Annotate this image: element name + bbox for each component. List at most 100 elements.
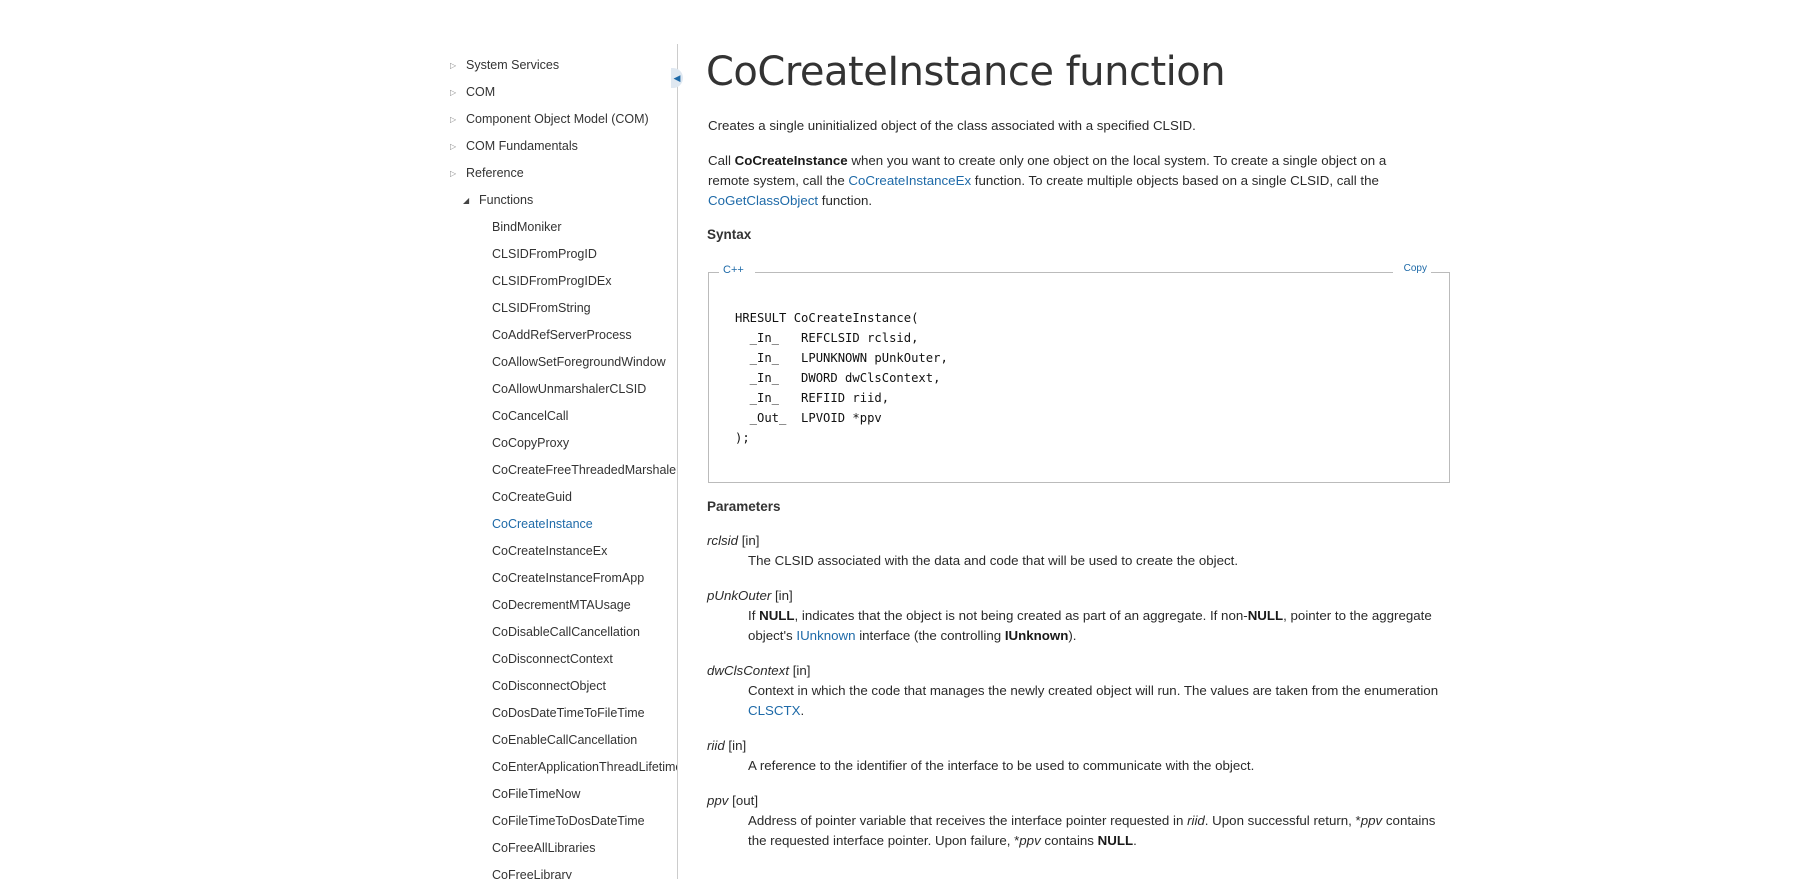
article: CoCreateInstance function Creates a sing… <box>706 44 1451 848</box>
param-desc-text: . <box>800 703 805 718</box>
param-desc-text: Address of pointer variable that receive… <box>748 813 1188 828</box>
toc-item-functions[interactable]: ◢ Functions <box>448 187 678 214</box>
docs-page: ▷ System Services ▷ COM ▷ Component Object … <box>0 0 1806 879</box>
toc-link-clsidfromstring[interactable]: CLSIDFromString <box>448 295 678 322</box>
toc-link-codisconnectcontext[interactable]: CoDisconnectContext <box>448 646 678 673</box>
toc-item-label: COM <box>466 85 496 99</box>
param-name-text: dwClsContext <box>707 663 790 678</box>
chevron-left-icon[interactable]: ◀ <box>671 68 683 88</box>
param-desc-text: . Upon successful return, * <box>1204 813 1361 828</box>
param-desc-text: . <box>1133 833 1137 848</box>
toc-link-clsidfromprogidex[interactable]: CLSIDFromProgIDEx <box>448 268 678 295</box>
triangle-right-icon[interactable]: ▷ <box>450 133 456 160</box>
parameters-heading: Parameters <box>707 499 781 514</box>
toc-link-codisablecallcancellation[interactable]: CoDisableCallCancellation <box>448 619 678 646</box>
toc-item-com[interactable]: ▷ COM <box>448 79 678 106</box>
page-title: CoCreateInstance function <box>706 49 1226 95</box>
toc-link-cocreatefreethreadedmarshaler[interactable]: CoCreateFreeThreadedMarshaler <box>448 457 678 484</box>
toc-item-label: Reference <box>466 166 524 180</box>
param-desc-text: contains <box>1040 833 1098 848</box>
clsctx-link[interactable]: CLSCTX <box>748 703 800 718</box>
param-direction: [in] <box>738 533 760 548</box>
param-description: Address of pointer variable that receive… <box>748 811 1447 851</box>
iunknown-link[interactable]: IUnknown <box>796 628 855 643</box>
param-name-text: rclsid <box>707 533 739 548</box>
syntax-heading: Syntax <box>707 227 752 242</box>
toc-link-coaddrefserverprocess[interactable]: CoAddRefServerProcess <box>448 322 678 349</box>
param-description: A reference to the identifier of the int… <box>748 756 1447 776</box>
sidebar-divider[interactable] <box>677 44 678 879</box>
toc-item-system-services[interactable]: ▷ System Services <box>448 52 678 79</box>
intro-text: function. To create multiple objects bas… <box>971 173 1379 188</box>
param-direction: [in] <box>771 588 793 603</box>
toc-link-coenterapplicationthreadlifetimeloop[interactable]: CoEnterApplicationThreadLifetimeLoop <box>448 754 678 781</box>
param-direction: [out] <box>728 793 759 808</box>
toc-item-reference[interactable]: ▷ Reference <box>448 160 678 187</box>
param-name: ppv [out] <box>707 791 1447 811</box>
toc-link-cocopyproxy[interactable]: CoCopyProxy <box>448 430 678 457</box>
param-name-text: pUnkOuter <box>707 588 772 603</box>
copy-button[interactable]: Copy <box>1404 263 1427 274</box>
param-name-text: riid <box>707 738 725 753</box>
toc-link-cofiletimetodosdatetime[interactable]: CoFileTimeToDosDateTime <box>448 808 678 835</box>
intro-text: function. <box>818 193 873 208</box>
toc-link-coallowunmarshalerclsid[interactable]: CoAllowUnmarshalerCLSID <box>448 376 678 403</box>
toc-link-clsidfromprogid[interactable]: CLSIDFromProgID <box>448 241 678 268</box>
param-desc-bold: NULL <box>759 608 795 623</box>
code-language-label: C++ <box>723 264 744 276</box>
triangle-right-icon[interactable]: ▷ <box>450 52 456 79</box>
code-box-border <box>755 272 1393 273</box>
toc-link-coallowsetforegroundwindow[interactable]: CoAllowSetForegroundWindow <box>448 349 678 376</box>
param-direction: [in] <box>724 738 747 753</box>
toc-link-cocreateinstance-current[interactable]: CoCreateInstance <box>448 511 678 538</box>
param-name: riid [in] <box>707 736 1447 756</box>
param-name: pUnkOuter [in] <box>707 586 1447 606</box>
cogetclassobject-link[interactable]: CoGetClassObject <box>708 193 818 208</box>
intro-bold-term: CoCreateInstance <box>734 153 848 168</box>
param-name-text: ppv <box>707 793 729 808</box>
toc-link-cofiletimenow[interactable]: CoFileTimeNow <box>448 781 678 808</box>
param-desc-bold: NULL <box>1247 608 1284 623</box>
triangle-right-icon[interactable]: ▷ <box>450 106 456 133</box>
param-rclsid: rclsid [in] The CLSID associated with th… <box>707 531 1447 571</box>
toc-link-codisconnectobject[interactable]: CoDisconnectObject <box>448 673 678 700</box>
triangle-right-icon[interactable]: ▷ <box>450 160 456 187</box>
toc-link-cocreateguid[interactable]: CoCreateGuid <box>448 484 678 511</box>
summary-text: Creates a single uninitialized object of… <box>708 118 1196 133</box>
toc-item-com-fundamentals[interactable]: ▷ COM Fundamentals <box>448 133 678 160</box>
param-name: rclsid [in] <box>707 531 1447 551</box>
triangle-down-icon[interactable]: ◢ <box>463 187 469 214</box>
toc-item-label: COM Fundamentals <box>466 139 578 153</box>
toc-item-label: System Services <box>466 58 560 72</box>
param-riid: riid [in] A reference to the identifier … <box>707 736 1447 776</box>
toc-sidebar: ▷ System Services ▷ COM ▷ Component Object … <box>448 52 678 879</box>
code-box-border <box>709 272 719 273</box>
toc-link-codecrementmtausage[interactable]: CoDecrementMTAUsage <box>448 592 678 619</box>
param-desc-bold: NULL <box>1097 833 1134 848</box>
toc-link-bindmoniker[interactable]: BindMoniker <box>448 214 678 241</box>
toc-link-cofreealllibraries[interactable]: CoFreeAllLibraries <box>448 835 678 862</box>
param-name: dwClsContext [in] <box>707 661 1447 681</box>
toc-link-cocreateinstanceex[interactable]: CoCreateInstanceEx <box>448 538 678 565</box>
param-desc-text: If <box>748 608 760 623</box>
param-description: The CLSID associated with the data and c… <box>748 551 1447 571</box>
toc-link-coenablecallcancellation[interactable]: CoEnableCallCancellation <box>448 727 678 754</box>
param-desc-text: interface (the controlling <box>855 628 1005 643</box>
toc-link-cocancelcall[interactable]: CoCancelCall <box>448 403 678 430</box>
code-text: HRESULT CoCreateInstance( _In_ REFCLSID … <box>735 311 948 445</box>
cocreateinstanceex-link[interactable]: CoCreateInstanceEx <box>848 173 971 188</box>
param-description: Context in which the code that manages t… <box>748 681 1447 721</box>
triangle-right-icon[interactable]: ▷ <box>450 79 456 106</box>
toc-link-codosdatetimetofiletime[interactable]: CoDosDateTimeToFileTime <box>448 700 678 727</box>
param-desc-text: The CLSID associated with the data and c… <box>748 553 1239 568</box>
toc-item-component-object-model[interactable]: ▷ Component Object Model (COM) <box>448 106 678 133</box>
toc-link-cofreelibrary[interactable]: CoFreeLibrary <box>448 862 678 879</box>
toc-item-label: Functions <box>479 193 534 207</box>
param-desc-text: , indicates that the object is not being… <box>794 608 1248 623</box>
param-direction: [in] <box>789 663 811 678</box>
toc-link-cocreateinstancefromapp[interactable]: CoCreateInstanceFromApp <box>448 565 678 592</box>
param-dwclscontext: dwClsContext [in] Context in which the c… <box>707 661 1447 721</box>
toc-item-label: Component Object Model (COM) <box>466 112 649 126</box>
param-description: If NULL, indicates that the object is no… <box>748 606 1447 646</box>
param-desc-italic: ppv <box>1360 813 1383 828</box>
